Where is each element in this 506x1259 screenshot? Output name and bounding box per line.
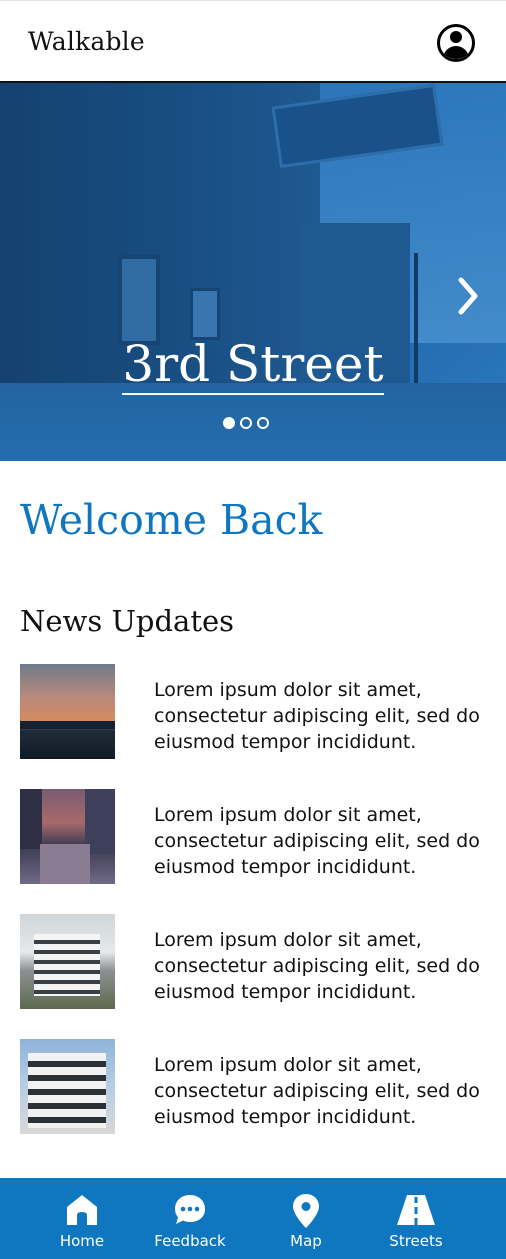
nav-item-feedback[interactable]: Feedback xyxy=(148,1178,232,1259)
welcome-heading: Welcome Back xyxy=(20,496,323,544)
nav-label-map: Map xyxy=(290,1232,322,1250)
profile-head xyxy=(450,31,462,43)
news-item[interactable]: Lorem ipsum dolor sit amet, consectetur … xyxy=(20,664,486,760)
hero-title-link[interactable]: 3rd Street xyxy=(122,335,384,395)
news-text: Lorem ipsum dolor sit amet, consectetur … xyxy=(154,804,480,878)
news-thumbnail xyxy=(20,789,115,884)
home-icon xyxy=(67,1195,97,1225)
app-header: Walkable xyxy=(0,0,506,83)
news-item[interactable]: Lorem ipsum dolor sit amet, consectetur … xyxy=(20,1039,486,1135)
news-thumbnail xyxy=(20,664,115,759)
user-circle-icon[interactable] xyxy=(437,24,475,62)
hero-carousel[interactable]: 3rd Street xyxy=(0,83,506,461)
carousel-dot-3[interactable] xyxy=(257,417,269,429)
profile-shoulders xyxy=(443,46,469,59)
nav-label-streets: Streets xyxy=(389,1232,443,1250)
news-text: Lorem ipsum dolor sit amet, consectetur … xyxy=(154,1054,480,1128)
nav-item-home[interactable]: Home xyxy=(40,1178,124,1259)
carousel-dot-2[interactable] xyxy=(240,417,252,429)
chevron-right-icon[interactable] xyxy=(455,276,481,316)
carousel-dots xyxy=(223,417,271,429)
nav-label-feedback: Feedback xyxy=(154,1232,226,1250)
app-brand: Walkable xyxy=(28,27,145,56)
news-item[interactable]: Lorem ipsum dolor sit amet, consectetur … xyxy=(20,789,486,885)
hero-blue-overlay xyxy=(0,83,506,461)
bottom-nav: Home Feedback Map Streets xyxy=(0,1178,506,1259)
nav-label-home: Home xyxy=(59,1232,105,1250)
nav-item-streets[interactable]: Streets xyxy=(374,1178,458,1259)
map-pin-icon xyxy=(293,1194,319,1228)
nav-item-map[interactable]: Map xyxy=(264,1178,348,1259)
news-thumbnail xyxy=(20,914,115,1009)
news-thumbnail xyxy=(20,1039,115,1134)
chat-icon xyxy=(175,1195,205,1224)
news-text: Lorem ipsum dolor sit amet, consectetur … xyxy=(154,929,480,1003)
news-item[interactable]: Lorem ipsum dolor sit amet, consectetur … xyxy=(20,914,486,1010)
carousel-dot-1[interactable] xyxy=(223,417,235,429)
road-icon xyxy=(397,1195,435,1225)
news-section-title: News Updates xyxy=(20,604,235,638)
hero-title[interactable]: 3rd Street xyxy=(0,335,506,395)
news-text: Lorem ipsum dolor sit amet, consectetur … xyxy=(154,679,480,753)
